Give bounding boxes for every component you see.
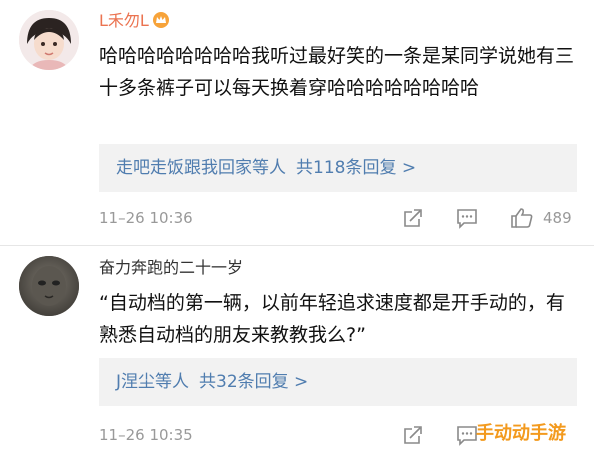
comment-text: “自动档的第一辆，以前年轻追求速度都是开手动的，有熟悉自动档的朋友来教教我么?”: [99, 292, 565, 346]
like-icon[interactable]: [509, 207, 535, 233]
comment-text: 哈哈哈哈哈哈哈哈我听过最好笑的一条是某同学说她有三十多条裤子可以每天换着穿哈哈哈…: [99, 45, 575, 99]
like-count: 489: [543, 209, 572, 227]
reply-users: 走吧走饭跟我回家等人: [116, 158, 286, 178]
comment-meta: 11–26 10:36 489: [99, 206, 577, 230]
comment-divider: [0, 245, 594, 246]
reply-users: J涅尘等人: [116, 372, 190, 392]
watermark-decoration: [418, 412, 478, 424]
reply-count: 共118条回复 >: [296, 158, 417, 178]
replies-summary-button[interactable]: 走吧走饭跟我回家等人 共118条回复 >: [99, 144, 577, 192]
vip-crown-icon: [152, 11, 170, 34]
share-icon[interactable]: [402, 207, 424, 233]
replies-summary-button[interactable]: J涅尘等人 共32条回复 >: [99, 358, 577, 406]
watermark-text: 手动动手游: [476, 423, 566, 444]
share-icon[interactable]: [402, 424, 424, 450]
reply-count: 共32条回复 >: [199, 372, 309, 392]
comment-time: 11–26 10:35: [99, 426, 193, 444]
comment-username[interactable]: 奋力奔跑的二十一岁: [99, 258, 243, 278]
comment-icon[interactable]: [455, 207, 479, 233]
avatar[interactable]: [19, 256, 79, 316]
comment-item: L禾勿L 哈哈哈哈哈哈哈哈我听过最好笑的一条是某同学说她有三十多条裤子可以每天换…: [0, 0, 594, 245]
comment-username[interactable]: L禾勿L: [99, 11, 170, 34]
avatar[interactable]: [19, 10, 79, 70]
comment-time: 11–26 10:36: [99, 209, 193, 227]
